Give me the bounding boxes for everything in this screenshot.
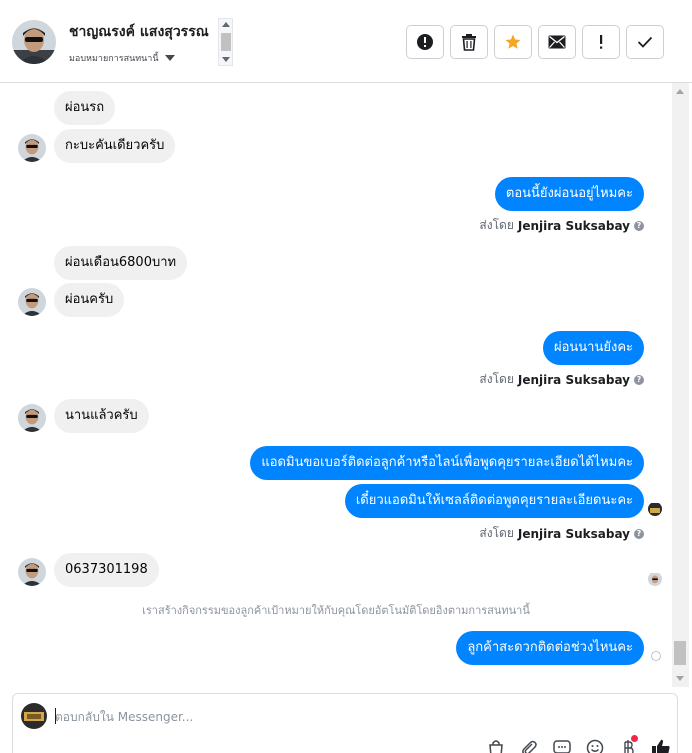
incoming-message[interactable]: ผ่อนรถ [54,91,116,125]
conversation-actions [406,25,664,59]
system-note: เราสร้างกิจกรรมของลูกค้าเป้าหมายให้กับคุ… [142,604,530,617]
baht-icon[interactable] [617,735,639,753]
star-icon [505,34,521,49]
scroll-up-arrow-icon[interactable] [676,89,684,94]
alert-circle-icon [417,34,433,50]
mark-done-button[interactable] [626,25,664,59]
outgoing-message[interactable]: ลูกค้าสะดวกติดต่อช่วงไหนคะ [456,631,644,665]
contact-avatar-small[interactable] [18,404,46,432]
scroll-thumb[interactable] [221,33,231,51]
chevron-down-icon [164,55,175,61]
notification-dot [631,735,638,742]
info-icon[interactable]: ? [634,220,644,231]
incoming-message[interactable]: ผ่อนครับ [54,283,125,317]
message-thread[interactable]: ผ่อนรถ กะบะคันเดียวครับ ตอนนี้ยังผ่อนอยู… [0,83,692,687]
exclamation-icon [600,35,603,49]
sent-by-label: ส่งโดย Jenjira Suksabay ? [479,524,644,543]
incoming-message[interactable]: นานแล้วครับ [54,399,149,433]
reply-input[interactable] [55,708,635,726]
thumbs-up-icon[interactable] [650,738,672,753]
contact-seen-avatar [648,572,662,586]
incoming-message[interactable]: ผ่อนเดือน6800บาท [54,246,188,280]
contact-avatar-small[interactable] [18,288,46,316]
spam-button[interactable] [406,25,444,59]
scroll-down-arrow-icon[interactable] [676,676,684,681]
scroll-thumb[interactable] [674,641,686,665]
reply-composer [12,693,678,753]
scroll-up-arrow-icon[interactable] [222,22,230,27]
text-cursor [55,708,56,724]
thread-scrollbar[interactable] [672,83,689,687]
paperclip-icon[interactable] [518,738,540,753]
sent-by-agent: Jenjira Suksabay [517,218,630,233]
contact-avatar[interactable] [12,20,56,64]
outgoing-message[interactable]: ตอนนี้ยังผ่อนอยู่ไหมคะ [494,177,644,211]
sent-by-agent: Jenjira Suksabay [517,526,630,541]
assign-conversation-dropdown[interactable]: มอบหมายการสนทนานี้ [69,51,175,65]
check-icon [637,36,653,48]
sent-by-prefix: ส่งโดย [479,372,514,386]
contact-avatar-small[interactable] [18,134,46,162]
info-icon[interactable]: ? [634,528,644,539]
outgoing-message[interactable]: ผ่อนนานยังคะ [542,331,644,365]
sent-by-label: ส่งโดย Jenjira Suksabay ? [479,370,644,389]
header-scrollbar[interactable] [218,18,233,66]
emoji-icon[interactable] [584,738,606,753]
sent-by-label: ส่งโดย Jenjira Suksabay ? [479,216,644,235]
sent-receipt-icon [651,651,661,661]
star-button[interactable] [494,25,532,59]
saved-reply-icon[interactable] [551,738,573,753]
composer-toolbar [485,735,672,753]
incoming-message[interactable]: 0637301198 [54,553,159,587]
trash-icon [462,34,476,51]
conversation-header: ชาญณรงค์ แสงสุวรรณ มอบหมายการสนทนานี้ [0,0,692,83]
contact-name: ชาญณรงค์ แสงสุวรรณ [69,24,209,40]
follow-up-button[interactable] [582,25,620,59]
agent-seen-avatar [648,502,662,516]
delete-button[interactable] [450,25,488,59]
envelope-icon [548,35,566,49]
outgoing-message[interactable]: แอดมินขอเบอร์ติดต่อลูกค้าหรือไลน์เพื่อพู… [250,446,644,480]
sent-by-prefix: ส่งโดย [479,526,514,540]
mark-unread-button[interactable] [538,25,576,59]
sent-by-agent: Jenjira Suksabay [517,372,630,387]
info-icon[interactable]: ? [634,374,644,385]
sent-by-prefix: ส่งโดย [479,218,514,232]
contact-avatar-small[interactable] [18,558,46,586]
outgoing-message[interactable]: เดี๋ยวแอดมินให้เซลล์ติดต่อพูดคุยรายละเอี… [344,484,644,518]
incoming-message[interactable]: กะบะคันเดียวครับ [54,129,176,163]
scroll-down-arrow-icon[interactable] [222,57,230,62]
shopping-bag-icon[interactable] [485,738,507,753]
assign-label: มอบหมายการสนทนานี้ [69,54,159,64]
page-avatar [21,703,47,729]
